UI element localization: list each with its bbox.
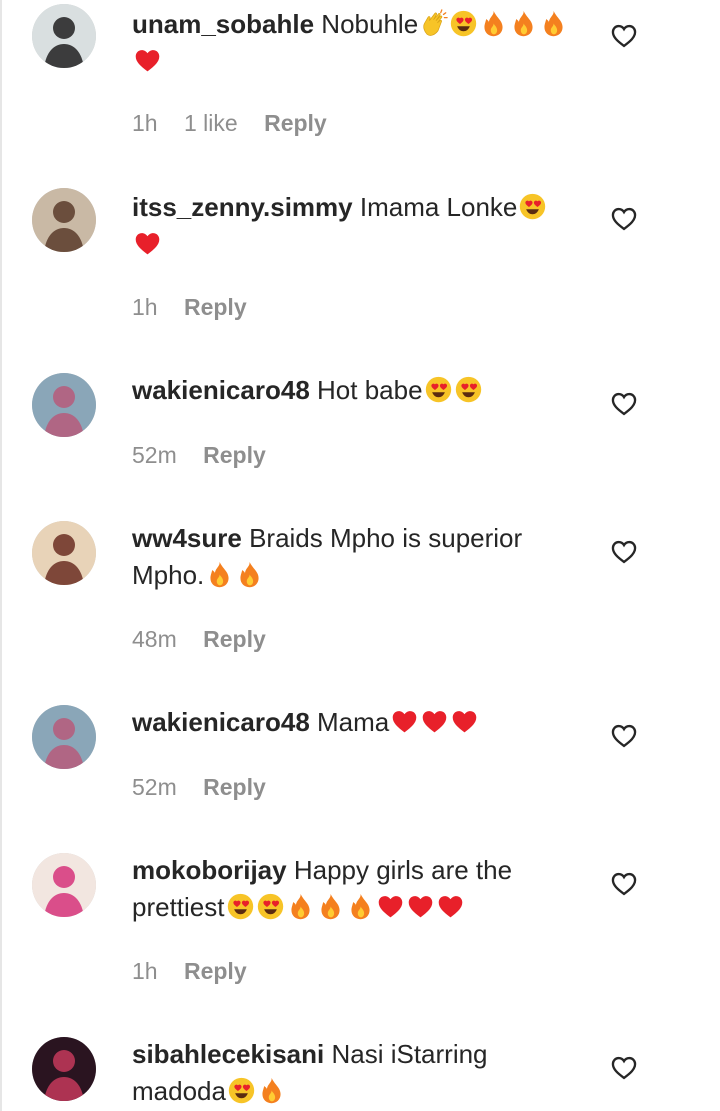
heart-eyes-emoji-icon — [424, 375, 453, 404]
reply-button[interactable]: Reply — [203, 774, 266, 800]
comment-username[interactable]: ww4sure — [132, 523, 242, 553]
fire-emoji-icon — [509, 9, 538, 38]
avatar[interactable] — [32, 521, 96, 585]
comment-username[interactable]: wakienicaro48 — [132, 375, 310, 405]
heart-eyes-emoji-icon — [256, 892, 285, 921]
comment-body: Mama — [317, 707, 390, 737]
like-heart-icon[interactable] — [610, 22, 638, 50]
avatar[interactable] — [32, 853, 96, 917]
comment-text: wakienicaro48 Hot babe — [132, 372, 572, 409]
heart-eyes-emoji-icon — [518, 192, 547, 221]
comment-meta: 52m Reply — [132, 442, 286, 469]
comment-body: Nobuhle — [321, 9, 419, 39]
comment-username[interactable]: unam_sobahle — [132, 9, 314, 39]
red-heart-emoji-icon — [420, 707, 449, 736]
like-heart-icon[interactable] — [610, 390, 638, 418]
heart-eyes-emoji-icon — [454, 375, 483, 404]
fire-emoji-icon — [316, 892, 345, 921]
comment-text: itss_zenny.simmy Imama Lonke — [132, 189, 572, 263]
like-heart-icon[interactable] — [610, 870, 638, 898]
red-heart-emoji-icon — [133, 46, 162, 75]
fire-emoji-icon — [257, 1076, 286, 1105]
comment-meta: 1h Reply — [132, 958, 267, 985]
reply-button[interactable]: Reply — [184, 958, 247, 984]
comment-meta: 1h 1 like Reply — [132, 110, 347, 137]
avatar[interactable] — [32, 4, 96, 68]
like-heart-icon[interactable] — [610, 205, 638, 233]
fire-emoji-icon — [346, 892, 375, 921]
comment-text: ww4sure Braids Mpho is superior Mpho. — [132, 520, 572, 594]
comment-body: Hot babe — [317, 375, 423, 405]
avatar[interactable] — [32, 1037, 96, 1101]
fire-emoji-icon — [205, 560, 234, 589]
reply-button[interactable]: Reply — [203, 626, 266, 652]
reply-button[interactable]: Reply — [203, 442, 266, 468]
clap-emoji-icon — [419, 9, 448, 38]
red-heart-emoji-icon — [436, 892, 465, 921]
red-heart-emoji-icon — [450, 707, 479, 736]
reply-button[interactable]: Reply — [184, 294, 247, 320]
comment-username[interactable]: sibahlecekisani — [132, 1039, 324, 1069]
comment-time: 52m — [132, 442, 177, 468]
red-heart-emoji-icon — [406, 892, 435, 921]
comment-time: 1h — [132, 110, 158, 136]
red-heart-emoji-icon — [376, 892, 405, 921]
comment-username[interactable]: wakienicaro48 — [132, 707, 310, 737]
fire-emoji-icon — [539, 9, 568, 38]
heart-eyes-emoji-icon — [227, 1076, 256, 1105]
comment-time: 1h — [132, 958, 158, 984]
comment-body: Imama Lonke — [359, 192, 518, 222]
avatar[interactable] — [32, 188, 96, 252]
comment-like-count[interactable]: 1 like — [184, 110, 238, 136]
left-edge-divider — [0, 0, 2, 1111]
heart-eyes-emoji-icon — [449, 9, 478, 38]
comment-time: 52m — [132, 774, 177, 800]
avatar[interactable] — [32, 373, 96, 437]
like-heart-icon[interactable] — [610, 722, 638, 750]
comment-text: wakienicaro48 Mama — [132, 704, 572, 741]
comment-text: sibahlecekisani Nasi iStarring madoda — [132, 1036, 572, 1110]
red-heart-emoji-icon — [133, 229, 162, 258]
comment-time: 48m — [132, 626, 177, 652]
comment-username[interactable]: itss_zenny.simmy — [132, 192, 353, 222]
red-heart-emoji-icon — [390, 707, 419, 736]
heart-eyes-emoji-icon — [226, 892, 255, 921]
reply-button[interactable]: Reply — [264, 110, 327, 136]
comment-meta: 1h Reply — [132, 294, 267, 321]
comment-text: mokoborijay Happy girls are the pretties… — [132, 852, 572, 926]
comment-time: 1h — [132, 294, 158, 320]
comment-meta: 52m Reply — [132, 774, 286, 801]
fire-emoji-icon — [235, 560, 264, 589]
avatar[interactable] — [32, 705, 96, 769]
comment-username[interactable]: mokoborijay — [132, 855, 287, 885]
comment-text: unam_sobahle Nobuhle — [132, 6, 572, 80]
like-heart-icon[interactable] — [610, 538, 638, 566]
like-heart-icon[interactable] — [610, 1054, 638, 1082]
comment-meta: 48m Reply — [132, 626, 286, 653]
fire-emoji-icon — [286, 892, 315, 921]
fire-emoji-icon — [479, 9, 508, 38]
